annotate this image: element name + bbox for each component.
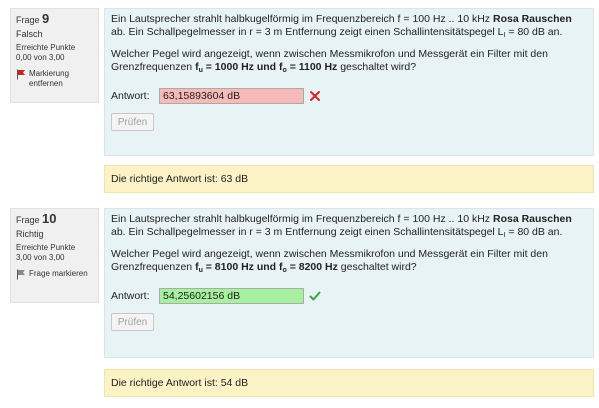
flag-label: Frage markieren <box>29 269 88 278</box>
red-flag-icon <box>17 69 25 80</box>
question-number: 9 <box>42 11 50 26</box>
green-check-icon <box>309 291 321 301</box>
question-10: Frage 10 Richtig Erreichte Punkte 3,00 v… <box>5 208 594 398</box>
question-info: Frage 9 Falsch Erreichte Punkte 0,00 von… <box>10 8 99 103</box>
answer-label: Antwort: <box>111 89 150 102</box>
grey-flag-icon <box>17 269 25 280</box>
question-number: 10 <box>42 211 57 226</box>
question-label: Frage <box>16 215 40 225</box>
answer-label: Antwort: <box>111 289 150 302</box>
question-grade: Erreichte Punkte 3,00 von 3,00 <box>16 243 93 263</box>
question-grade: Erreichte Punkte 0,00 von 3,00 <box>16 43 93 63</box>
grade-value: 3,00 von 3,00 <box>16 253 65 262</box>
answer-input[interactable] <box>159 288 304 304</box>
correct-answer-feedback: Die richtige Antwort ist: 63 dB <box>104 165 594 193</box>
question-formulation: Ein Lautsprecher strahlt halbkugelförmig… <box>104 208 594 358</box>
red-cross-icon <box>310 91 320 101</box>
check-button[interactable]: Prüfen <box>111 313 154 331</box>
question-9: Frage 9 Falsch Erreichte Punkte 0,00 von… <box>5 8 594 198</box>
grade-label: Erreichte Punkte <box>16 43 76 52</box>
correct-answer-feedback: Die richtige Antwort ist: 54 dB <box>104 369 594 397</box>
remove-flag-toggle[interactable]: Markierung entfernen <box>16 69 93 89</box>
check-button[interactable]: Prüfen <box>111 113 154 131</box>
question-state: Richtig <box>16 229 44 239</box>
grade-value: 0,00 von 3,00 <box>16 53 65 62</box>
grade-label: Erreichte Punkte <box>16 243 76 252</box>
question-info: Frage 10 Richtig Erreichte Punkte 3,00 v… <box>10 208 99 303</box>
answer-row: Antwort: <box>111 87 587 105</box>
question-text: Ein Lautsprecher strahlt halbkugelförmig… <box>111 213 572 274</box>
answer-input[interactable] <box>159 88 304 104</box>
question-formulation: Ein Lautsprecher strahlt halbkugelförmig… <box>104 8 594 156</box>
flag-question-toggle[interactable]: Frage markieren <box>16 269 93 280</box>
question-state: Falsch <box>16 29 43 39</box>
flag-label: Markierung entfernen <box>29 69 70 88</box>
question-label: Frage <box>16 15 40 25</box>
question-text: Ein Lautsprecher strahlt halbkugelförmig… <box>111 13 572 74</box>
answer-row: Antwort: <box>111 287 587 305</box>
